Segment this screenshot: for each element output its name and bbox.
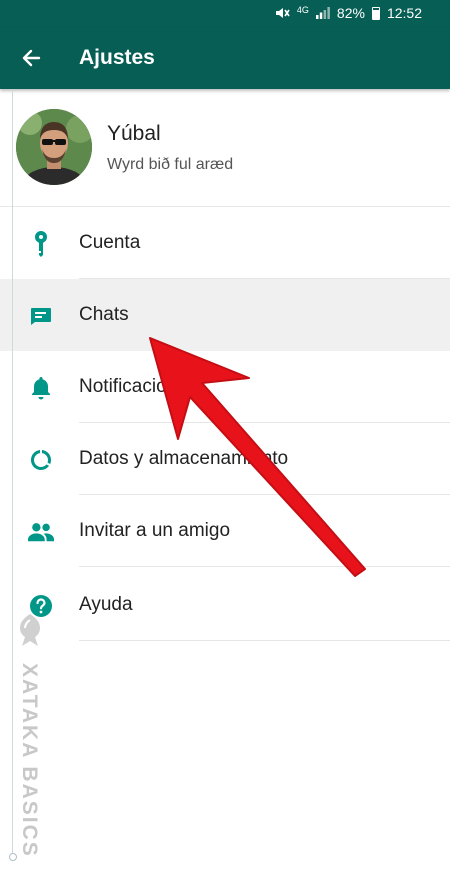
status-bar-right: 4G 82% 12:52 xyxy=(274,5,422,21)
profile-row[interactable]: Yúbal Wyrd bið ful aræd xyxy=(0,89,450,207)
mute-icon xyxy=(275,8,290,18)
menu-item-label: Invitar a un amigo xyxy=(79,520,231,541)
people-icon xyxy=(28,519,54,545)
battery-percent: 82% xyxy=(336,5,365,21)
xataka-logo-icon xyxy=(20,614,40,646)
menu-item-cuenta[interactable]: Cuenta xyxy=(0,207,450,279)
bell-icon xyxy=(28,375,54,401)
clock: 12:52 xyxy=(386,5,422,21)
app-bar: Ajustes xyxy=(0,27,450,89)
menu-item-label: Cuenta xyxy=(79,232,141,253)
back-button[interactable] xyxy=(14,41,48,75)
menu-item-label: Ayuda xyxy=(79,594,133,615)
divider xyxy=(79,640,450,641)
watermark-dot xyxy=(9,853,17,861)
menu-item-notificaciones[interactable]: Notificaciones xyxy=(0,351,450,423)
battery-icon xyxy=(371,6,380,20)
key-icon xyxy=(28,231,54,257)
watermark-line xyxy=(12,89,13,859)
avatar-photo xyxy=(16,109,92,185)
chat-icon xyxy=(28,303,54,329)
menu-item-ayuda[interactable]: Ayuda xyxy=(0,569,450,641)
menu-item-label: Datos y almacenamiento xyxy=(79,448,289,469)
signal-icon xyxy=(315,7,330,19)
menu-item-chats[interactable]: Chats xyxy=(0,279,450,351)
menu-item-label: Chats xyxy=(79,304,129,325)
divider xyxy=(79,566,450,567)
back-arrow-icon xyxy=(22,49,41,67)
watermark-text: XATAKA BASICS xyxy=(18,663,41,858)
avatar[interactable] xyxy=(16,109,92,185)
page-title: Ajustes xyxy=(79,46,155,69)
network-type: 4G xyxy=(296,5,309,15)
profile-status: Wyrd bið ful aræd xyxy=(107,156,234,173)
menu-item-datos[interactable]: Datos y almacenamiento xyxy=(0,423,450,495)
menu-item-invitar[interactable]: Invitar a un amigo xyxy=(0,495,450,567)
menu-item-label: Notificaciones xyxy=(79,376,198,397)
data-usage-icon xyxy=(28,447,54,473)
status-bar: 4G 82% 12:52 xyxy=(0,0,450,27)
profile-name: Yúbal xyxy=(107,122,161,145)
